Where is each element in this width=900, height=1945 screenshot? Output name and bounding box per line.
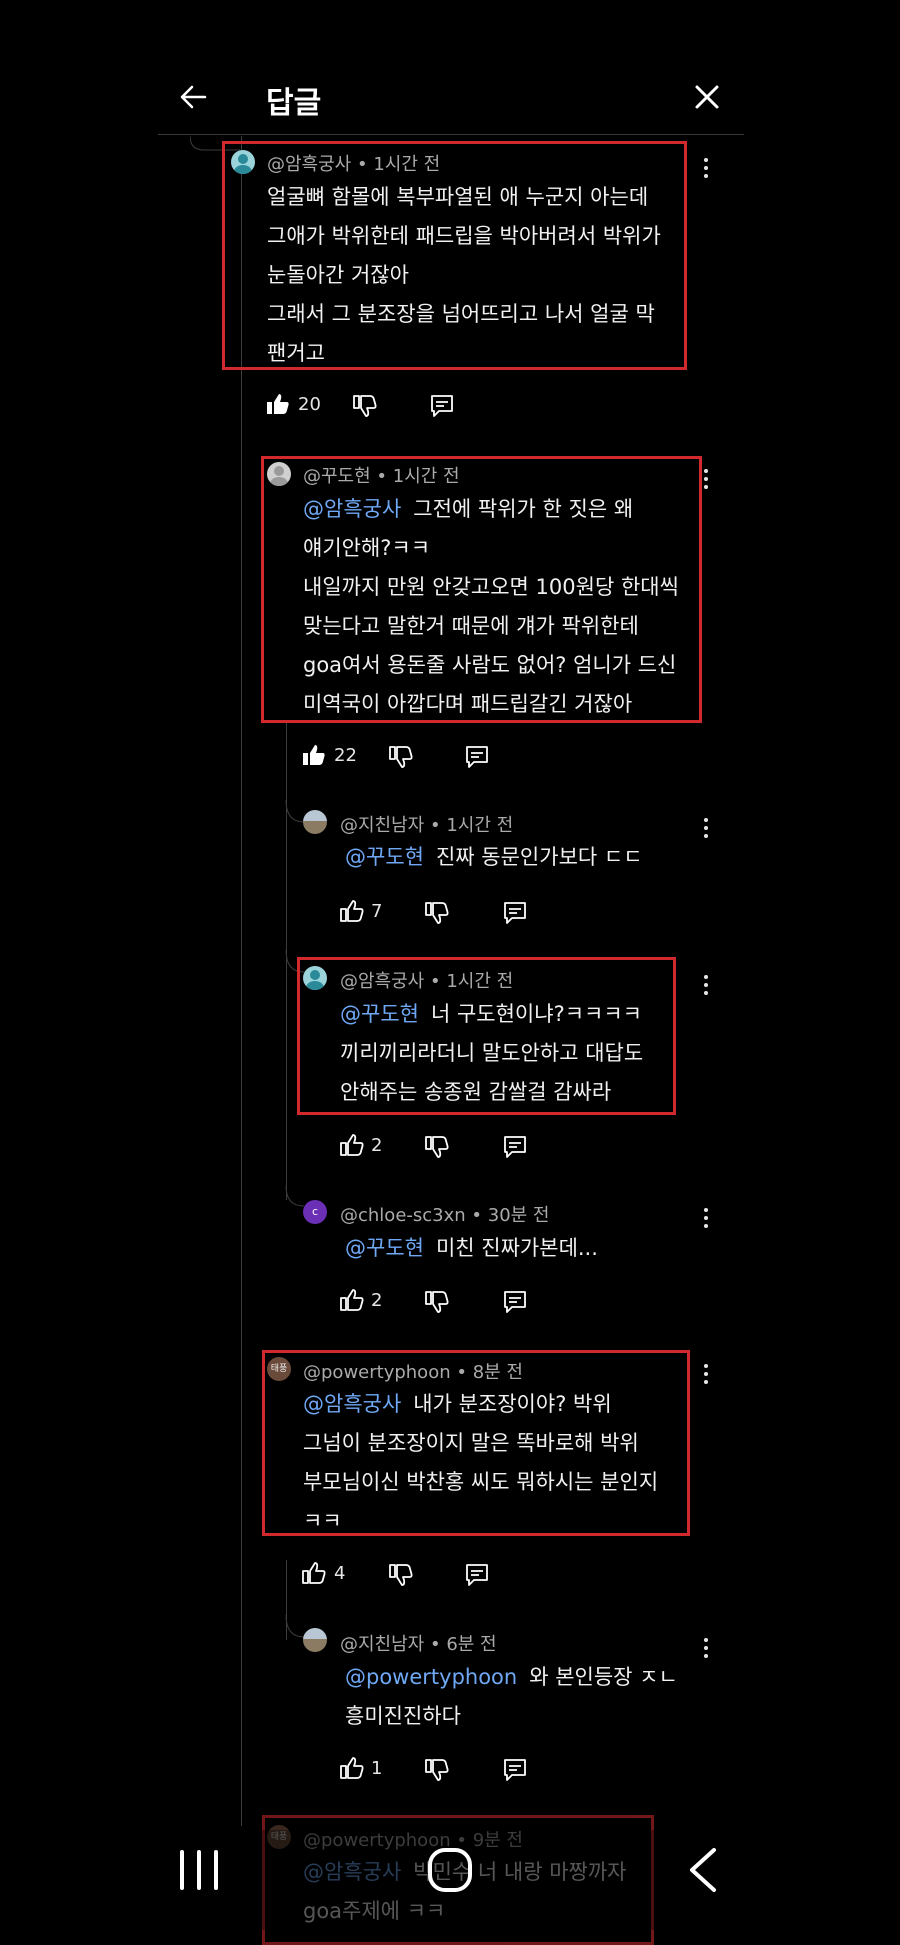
avatar[interactable]: [303, 1628, 327, 1652]
comment-line: 흥미진진하다: [345, 1704, 461, 1728]
mention-link[interactable]: @powertyphoon: [345, 1665, 517, 1689]
thumb-up-icon: [267, 394, 289, 414]
thread-line: [241, 136, 242, 1826]
thumb-down-icon[interactable]: [388, 745, 414, 769]
thumb-up-icon[interactable]: [339, 899, 365, 923]
reply-icon[interactable]: [465, 1563, 489, 1587]
thumb-down-icon[interactable]: [388, 1563, 414, 1587]
comment-text: 와 본인등장 ㅈㄴ: [529, 1665, 678, 1689]
like-count: 22: [334, 745, 357, 766]
reply-icon[interactable]: [430, 394, 454, 418]
highlight-box: [261, 456, 702, 723]
thread-curve: [285, 800, 305, 823]
highlight-box: [262, 1350, 690, 1536]
thumb-down-icon[interactable]: [352, 394, 378, 418]
like-count: 2: [371, 1135, 383, 1156]
comment-body: @꾸도현 진짜 동문인가보다 ㄷㄷ: [345, 838, 643, 877]
avatar[interactable]: c: [303, 1200, 327, 1224]
like-count: 2: [371, 1290, 383, 1311]
thumb-down-icon[interactable]: [424, 901, 450, 925]
comment-author[interactable]: @지친남자: [340, 1634, 424, 1655]
comment-text: 진짜 동문인가보다 ㄷㄷ: [435, 845, 643, 869]
avatar-letter: c: [311, 1205, 319, 1218]
like-button[interactable]: [301, 743, 327, 771]
page-title: 답글: [266, 86, 322, 121]
reply-icon[interactable]: [503, 1135, 527, 1159]
comment-time: 1시간 전: [446, 815, 514, 836]
comment-body: @powertyphoon 와 본인등장 ㅈㄴ 흥미진진하다: [345, 1658, 678, 1736]
mention-link[interactable]: @꾸도현: [345, 845, 424, 869]
thread-curve: [285, 1186, 305, 1207]
close-icon[interactable]: [694, 84, 720, 110]
thumb-down-icon[interactable]: [424, 1135, 450, 1159]
highlight-box: [297, 957, 676, 1115]
comment-time: 30분 전: [487, 1205, 550, 1226]
thumb-up-icon: [303, 745, 325, 765]
nav-back-icon[interactable]: [686, 1846, 720, 1894]
highlight-box: [222, 141, 687, 370]
more-vert-icon[interactable]: [696, 1206, 716, 1230]
like-count: 4: [334, 1563, 346, 1584]
comment-meta: @지친남자 • 1시간 전: [340, 815, 514, 836]
reply-icon[interactable]: [465, 745, 489, 769]
reply-icon[interactable]: [503, 1290, 527, 1314]
header-divider: [158, 134, 744, 135]
recents-icon[interactable]: [176, 1848, 222, 1892]
like-button[interactable]: [265, 392, 291, 420]
thread-curve: [285, 1615, 305, 1638]
comment-author[interactable]: @지친남자: [340, 815, 424, 836]
comment-body: @꾸도현 미친 진짜가본데...: [345, 1229, 598, 1268]
thumb-down-icon[interactable]: [424, 1290, 450, 1314]
home-icon[interactable]: [426, 1846, 474, 1894]
more-vert-icon[interactable]: [696, 156, 716, 180]
comment-line: @꾸도현 진짜 동문인가보다 ㄷㄷ: [345, 838, 643, 877]
more-vert-icon[interactable]: [696, 1362, 716, 1386]
comment-meta: @지친남자 • 6분 전: [340, 1634, 497, 1655]
thumb-down-icon[interactable]: [424, 1758, 450, 1782]
back-arrow-icon[interactable]: [178, 82, 208, 112]
thumb-up-icon[interactable]: [301, 1561, 327, 1585]
more-vert-icon[interactable]: [696, 973, 716, 997]
comment-line: @powertyphoon 와 본인등장 ㅈㄴ: [345, 1658, 678, 1697]
avatar[interactable]: [303, 810, 327, 834]
thumb-up-icon[interactable]: [339, 1756, 365, 1780]
comment-meta: @chloe-sc3xn • 30분 전: [340, 1205, 550, 1226]
like-count: 7: [371, 901, 383, 922]
comment-time: 6분 전: [446, 1634, 497, 1655]
comment-author[interactable]: @chloe-sc3xn: [340, 1205, 466, 1226]
thumb-up-icon[interactable]: [339, 1288, 365, 1312]
comment-line: @꾸도현 미친 진짜가본데...: [345, 1229, 598, 1268]
more-vert-icon[interactable]: [696, 1636, 716, 1660]
like-count: 1: [371, 1758, 383, 1779]
more-vert-icon[interactable]: [696, 816, 716, 840]
like-count: 20: [298, 394, 321, 415]
thumb-up-icon[interactable]: [339, 1133, 365, 1157]
reply-icon[interactable]: [503, 901, 527, 925]
mention-link[interactable]: @꾸도현: [345, 1236, 424, 1260]
comment-text: 미친 진짜가본데...: [435, 1236, 598, 1260]
reply-icon[interactable]: [503, 1758, 527, 1782]
